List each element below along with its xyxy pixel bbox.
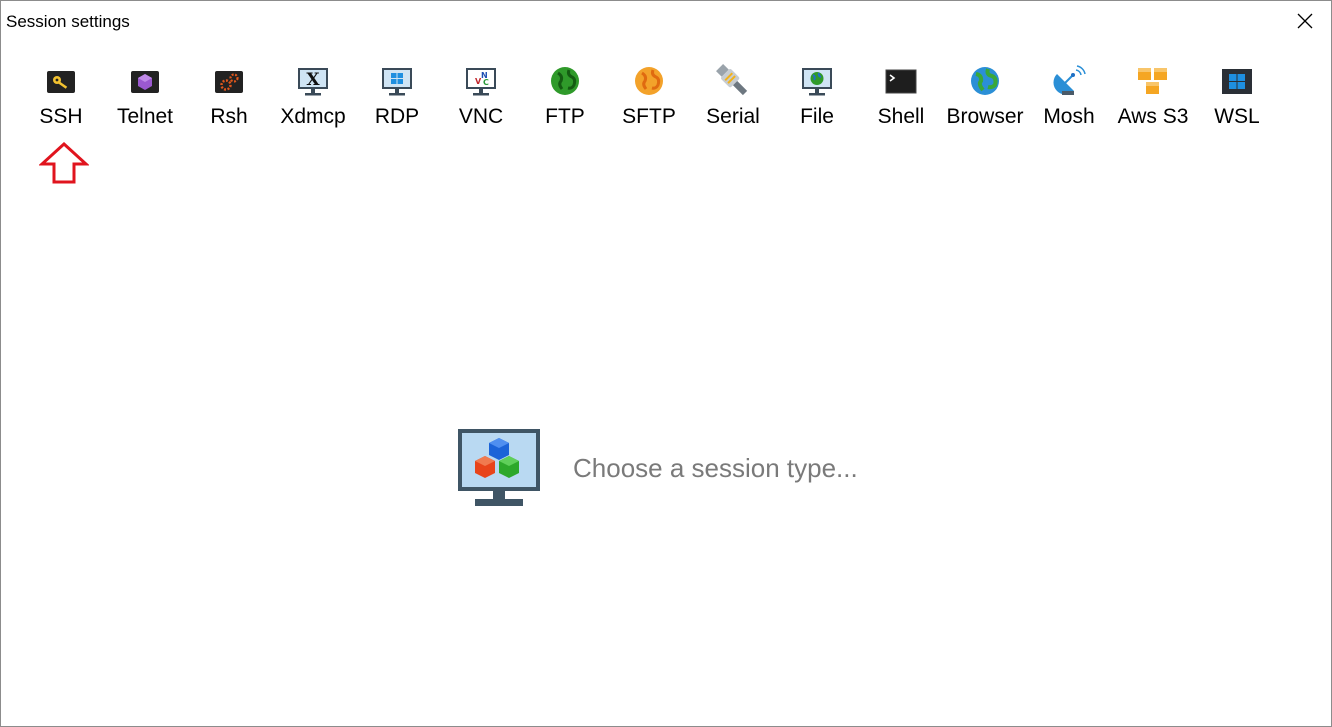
session-type-rsh[interactable]: Rsh (187, 63, 271, 139)
session-type-aws-s3[interactable]: Aws S3 (1111, 63, 1195, 139)
session-type-label: VNC (458, 105, 504, 128)
telnet-icon (127, 63, 163, 99)
close-icon (1297, 13, 1313, 29)
key-icon (43, 63, 79, 99)
session-type-shell[interactable]: Shell (859, 63, 943, 139)
vnc-monitor-icon: V N C (463, 63, 499, 99)
session-type-label: Shell (877, 105, 925, 128)
x-monitor-icon: X (295, 63, 331, 99)
globe-monitor-icon (799, 63, 835, 99)
green-globe-icon (547, 63, 583, 99)
session-type-label: SSH (39, 105, 83, 128)
session-type-label: Xdmcp (280, 105, 346, 128)
window-title: Session settings (6, 12, 130, 31)
session-type-rdp[interactable]: RDP (355, 63, 439, 139)
session-type-telnet[interactable]: Telnet (103, 63, 187, 139)
boxes-icon (1135, 63, 1171, 99)
windows-monitor-icon (379, 63, 415, 99)
close-button[interactable] (1279, 1, 1331, 41)
gears-icon (211, 63, 247, 99)
session-type-vnc[interactable]: V N C VNC (439, 63, 523, 139)
session-type-label: FTP (545, 105, 585, 128)
session-type-label: SFTP (622, 105, 676, 128)
session-type-browser[interactable]: Browser (943, 63, 1027, 139)
session-type-label: Mosh (1043, 105, 1095, 128)
satellite-dish-icon (1051, 63, 1087, 99)
windows-tile-icon (1219, 63, 1255, 99)
session-type-wsl[interactable]: WSL (1195, 63, 1279, 139)
session-type-file[interactable]: File (775, 63, 859, 139)
session-type-label: File (800, 105, 834, 128)
svg-text:X: X (306, 70, 320, 90)
plug-icon (715, 63, 751, 99)
session-type-label: RDP (374, 105, 420, 128)
session-type-label: Rsh (210, 105, 248, 128)
session-type-sftp[interactable]: SFTP (607, 63, 691, 139)
session-type-label: Telnet (116, 105, 174, 128)
up-arrow-icon (39, 142, 89, 184)
session-type-label: Aws S3 (1117, 105, 1189, 128)
svg-text:C: C (483, 78, 489, 87)
session-type-mosh[interactable]: Mosh (1027, 63, 1111, 139)
session-type-bar: SSH Telnet Rsh X Xdmcp RDP V N C VNC FTP… (19, 63, 1279, 143)
empty-state-text: Choose a session type... (573, 452, 858, 483)
session-type-label: Serial (706, 105, 760, 128)
session-type-ssh[interactable]: SSH (19, 63, 103, 139)
session-type-xdmcp[interactable]: X Xdmcp (271, 63, 355, 139)
empty-state: Choose a session type... (457, 428, 858, 508)
session-type-label: WSL (1214, 105, 1260, 128)
earth-icon (967, 63, 1003, 99)
session-type-ftp[interactable]: FTP (523, 63, 607, 139)
session-type-serial[interactable]: Serial (691, 63, 775, 139)
session-settings-window: Session settings SSH Telnet Rsh X Xdmcp … (0, 0, 1332, 727)
orange-globe-icon (631, 63, 667, 99)
cubes-monitor-icon (458, 429, 540, 506)
session-type-label: Browser (946, 105, 1024, 128)
terminal-icon (883, 63, 919, 99)
title-bar: Session settings (1, 1, 1331, 41)
